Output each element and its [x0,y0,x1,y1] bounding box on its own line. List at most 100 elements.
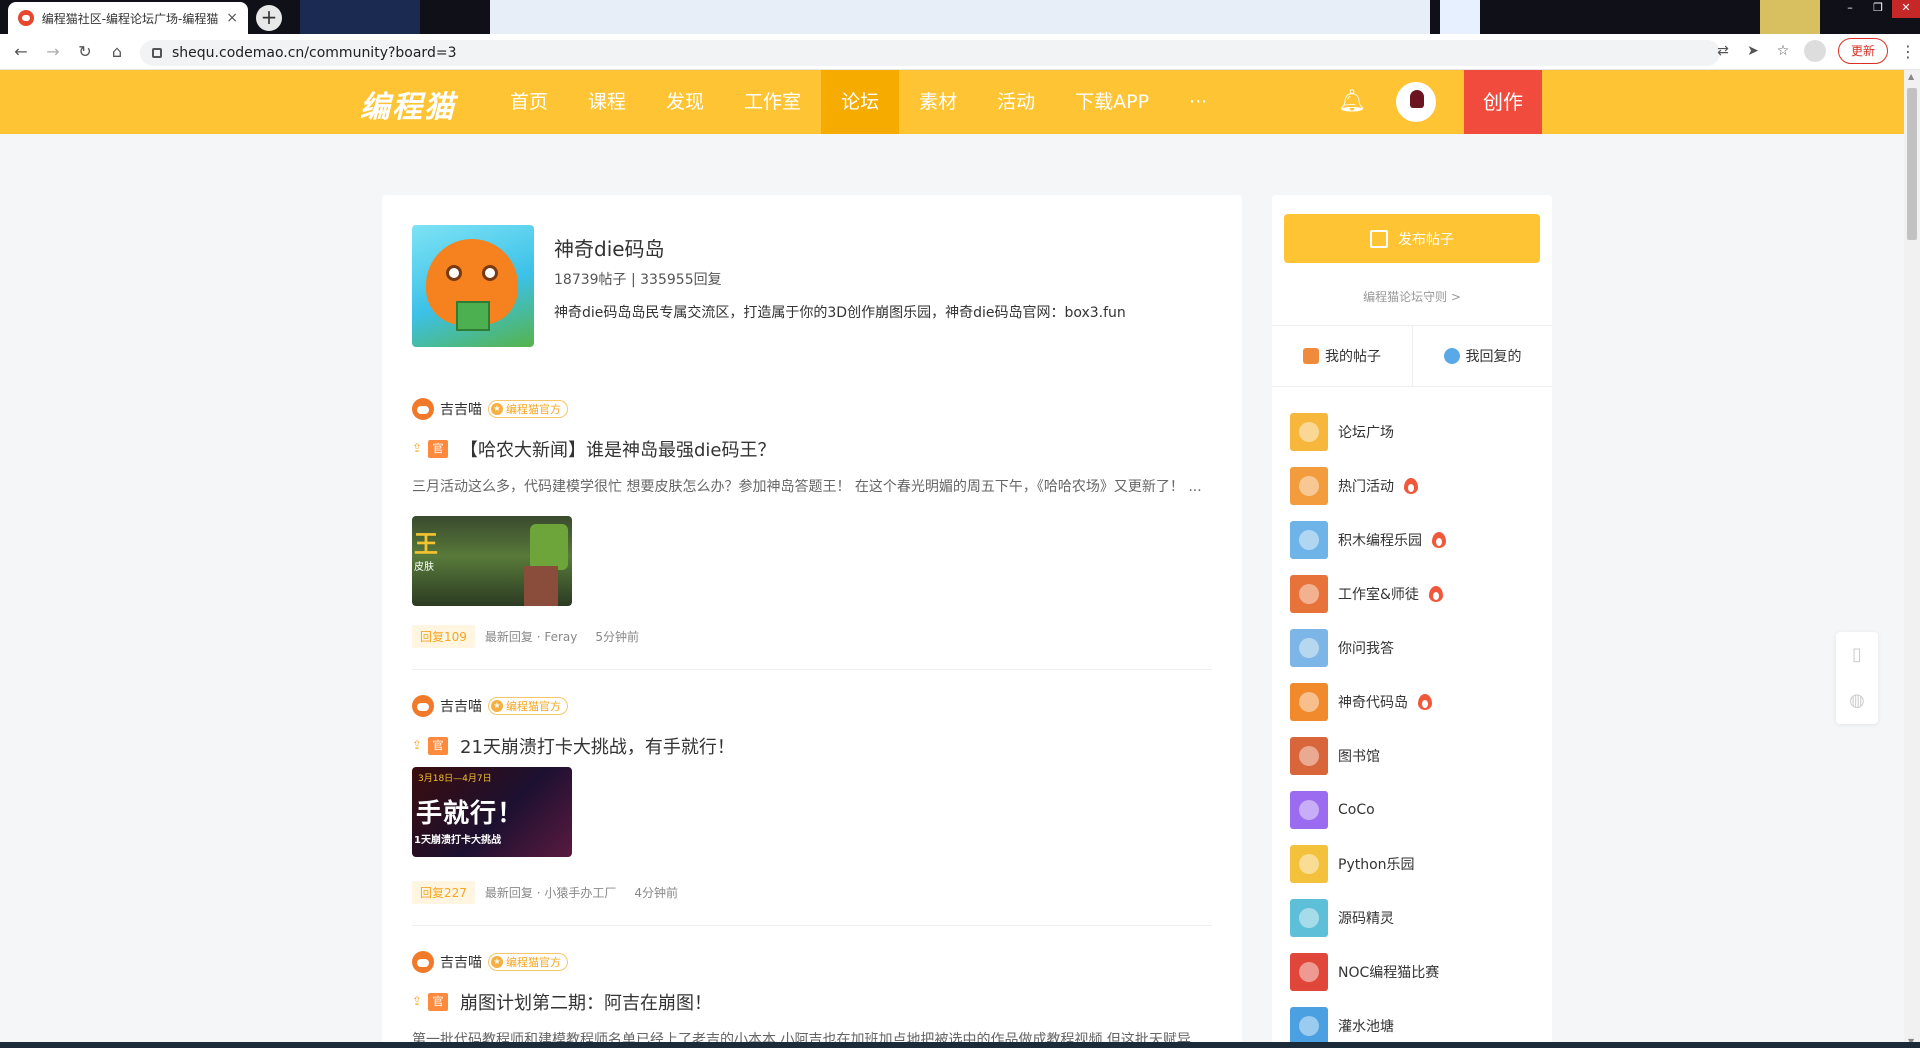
post-title-row[interactable]: ⇪ 官 崩图计划第二期：阿吉在崩图！ [412,989,712,1015]
page-scrollbar[interactable]: ▲ ▼ [1904,70,1920,1048]
sidebar-board-item[interactable]: 热门活动 [1290,459,1540,513]
post-title[interactable]: 21天崩溃打卡大挑战，有手就行！ [460,733,735,759]
author-avatar[interactable] [412,695,434,717]
official-badge-icon: ★ [491,956,503,968]
sidebar-board-item[interactable]: 论坛广场 [1290,405,1540,459]
author-name[interactable]: 吉吉喵 [440,952,482,972]
nav-discover[interactable]: 发现 [646,70,724,134]
board-stats: 18739帖子 | 335955回复 [554,272,722,288]
author-name[interactable]: 吉吉喵 [440,399,482,419]
bookmark-star-icon[interactable]: ☆ [1774,42,1792,60]
site-logo[interactable]: 编程猫 [360,82,456,126]
hot-fire-icon [1404,478,1418,494]
reload-icon[interactable]: ↻ [74,41,96,63]
post-item[interactable]: 吉吉喵 ★ 编程猫官方 ⇪ 官 【哈农大新闻】谁是神岛最强die码王？ 三月活动这… [412,398,1212,648]
board-name: Python乐园 [1338,857,1415,873]
nav-courses[interactable]: 课程 [568,70,646,134]
sidebar-board-item[interactable]: CoCo [1290,783,1540,837]
browser-update-button[interactable]: 更新 [1837,38,1888,64]
tab-close-icon[interactable]: × [226,10,238,26]
post-thumbnail[interactable]: 王 皮肤 [412,516,572,606]
sidebar-board-item[interactable]: 你问我答 [1290,621,1540,675]
address-bar[interactable]: shequ.codemao.cn/community?board=3 [140,40,1720,66]
nav-forum[interactable]: 论坛 [821,70,900,134]
post-author[interactable]: 吉吉喵 ★ 编程猫官方 [412,695,568,717]
board-icon [1290,413,1328,451]
post-author[interactable]: 吉吉喵 ★ 编程猫官方 [412,398,568,420]
board-icon [1290,521,1328,559]
tab-my-posts[interactable]: 我的帖子 [1272,326,1412,386]
sidebar-board-item[interactable]: 灌水池塘 [1290,999,1540,1048]
forum-rules-link[interactable]: 编程猫论坛守则 > [1272,288,1552,305]
post-title[interactable]: 【哈农大新闻】谁是神岛最强die码王？ [460,436,776,462]
post-author[interactable]: 吉吉喵 ★ 编程猫官方 [412,951,568,973]
notification-bell-icon[interactable]: 🔔︎ [1338,90,1366,114]
official-badge-icon: ★ [491,403,503,415]
board-icon [1290,791,1328,829]
official-tag: 官 [428,993,448,1011]
nav-home[interactable]: 首页 [490,70,568,134]
sidebar-board-item[interactable]: 工作室&师徒 [1290,567,1540,621]
window-controls: – ❐ ✕ [1836,0,1920,18]
create-button[interactable]: 创作 [1464,70,1542,134]
browser-menu-icon[interactable]: ⋮ [1900,42,1916,61]
board-icon [1290,737,1328,775]
send-icon[interactable]: ➤ [1744,42,1762,60]
sidebar-board-item[interactable]: 神奇代码岛 [1290,675,1540,729]
post-title-row[interactable]: ⇪ 官 【哈农大新闻】谁是神岛最强die码王？ [412,436,776,462]
pin-icon: ⇪ [412,994,423,1008]
mobile-app-icon[interactable]: ▯ [1836,632,1878,678]
browser-tab[interactable]: 编程猫社区-编程论坛广场-编程猫 × [8,2,248,34]
nav-studio[interactable]: 工作室 [724,70,821,134]
author-name[interactable]: 吉吉喵 [440,696,482,716]
tab-my-replies[interactable]: 我回复的 [1412,326,1552,386]
scroll-up-icon[interactable]: ▲ [1908,72,1916,81]
board-name: 积木编程乐园 [1338,533,1422,549]
feedback-bell-icon[interactable]: ◍ [1836,678,1878,724]
nav-download-app[interactable]: 下载APP [1055,70,1169,134]
new-tab-button[interactable]: + [256,5,282,31]
hot-fire-icon [1428,586,1443,602]
official-tag: 官 [428,737,448,755]
official-badge: ★ 编程猫官方 [488,953,568,971]
pin-icon: ⇪ [412,738,423,752]
profile-avatar[interactable] [1803,40,1826,62]
author-avatar[interactable] [412,398,434,420]
nav-more[interactable]: ··· [1169,70,1227,134]
post-item[interactable]: 吉吉喵 ★ 编程猫官方 ⇪ 官 21天崩溃打卡大挑战，有手就行！ 3月18日—4月… [412,695,1212,915]
post-item[interactable]: 吉吉喵 ★ 编程猫官方 ⇪ 官 崩图计划第二期：阿吉在崩图！ 第一批代码教程师和建… [412,951,1212,1048]
back-arrow-icon[interactable]: ← [10,41,32,63]
post-title[interactable]: 崩图计划第二期：阿吉在崩图！ [460,989,712,1015]
minimize-button[interactable]: – [1836,0,1864,18]
post-thumbnail[interactable]: 3月18日—4月7日 手就行！ 1天崩溃打卡大挑战 [412,767,572,857]
user-avatar[interactable] [1396,82,1436,122]
post-divider [412,669,1212,670]
board-name: NOC编程猫比赛 [1338,965,1440,981]
board-icon [1290,467,1328,505]
home-icon[interactable]: ⌂ [106,41,128,63]
restore-button[interactable]: ❐ [1864,0,1892,18]
sidebar-board-item[interactable]: NOC编程猫比赛 [1290,945,1540,999]
publish-post-button[interactable]: 发布帖子 [1284,214,1540,263]
translate-icon[interactable]: ⇄ [1714,42,1732,60]
hot-fire-icon [1418,694,1432,710]
sidebar-board-item[interactable]: Python乐园 [1290,837,1540,891]
sidebar-board-item[interactable]: 源码精灵 [1290,891,1540,945]
forward-arrow-icon[interactable]: → [42,41,64,63]
board-icon [1290,1007,1328,1045]
sidebar-board-item[interactable]: 积木编程乐园 [1290,513,1540,567]
scrollbar-thumb[interactable] [1907,88,1917,240]
board-name: 你问我答 [1338,641,1394,657]
board-name: CoCo [1338,802,1375,818]
post-title-row[interactable]: ⇪ 官 21天崩溃打卡大挑战，有手就行！ [412,733,735,759]
sidebar-board-item[interactable]: 图书馆 [1290,729,1540,783]
edit-icon [1370,229,1388,248]
board-icon [1290,683,1328,721]
tab-title: 编程猫社区-编程论坛广场-编程猫 [41,11,219,26]
author-avatar[interactable] [412,951,434,973]
post-divider [412,925,1212,926]
nav-events[interactable]: 活动 [977,70,1055,134]
close-window-button[interactable]: ✕ [1892,0,1920,18]
nav-materials[interactable]: 素材 [899,70,977,134]
board-icon [1290,953,1328,991]
